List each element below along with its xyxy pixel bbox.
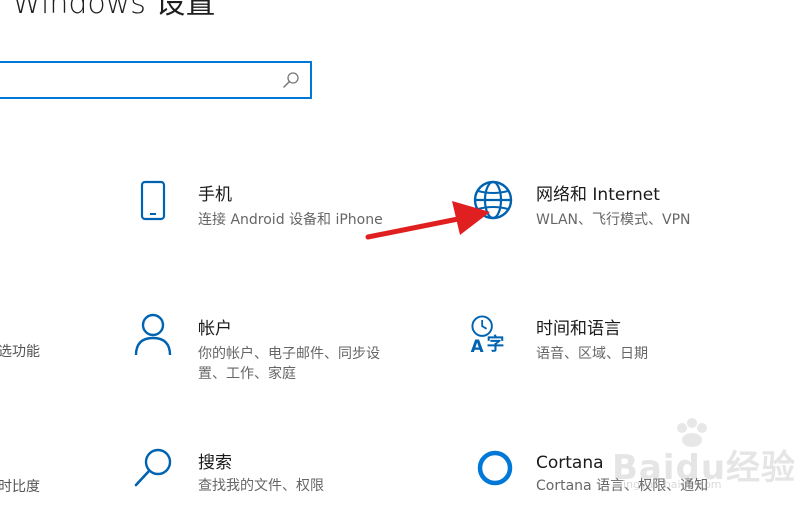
person-icon <box>134 313 172 356</box>
annotation-arrow <box>365 201 490 240</box>
settings-tile-accounts[interactable]: 帐户 你的帐户、电子邮件、同步设置、工作、家庭 <box>130 312 420 392</box>
tile-title-network: 网络和 Internet <box>536 185 660 205</box>
settings-tile-cortana[interactable]: Cortana Cortana 语言、权限、通知 <box>468 446 758 506</box>
settings-tile-network[interactable]: 网络和 Internet WLAN、飞行模式、VPN <box>468 178 758 248</box>
tile-title-time-language: 时间和语言 <box>536 319 621 339</box>
settings-window: Windows 设置 选功能 时比度 手机 连接 Android 设备和 iPh… <box>0 0 802 507</box>
search-icon[interactable] <box>282 71 300 89</box>
tile-title-search: 搜索 <box>198 453 232 473</box>
ease-of-access-fragment[interactable]: 选功能 <box>0 342 40 362</box>
paw-logo-icon <box>677 418 707 447</box>
page-title: Windows 设置 <box>12 0 216 21</box>
tile-desc-network: WLAN、飞行模式、VPN <box>536 212 691 228</box>
tile-title-cortana: Cortana <box>536 453 604 473</box>
settings-tile-time-language[interactable]: A 字 时间和语言 语音、区域、日期 <box>468 312 758 382</box>
tile-desc-time-language: 语音、区域、日期 <box>536 346 648 362</box>
cortana-icon <box>477 450 513 486</box>
tile-desc-search: 查找我的文件、权限 <box>198 478 324 494</box>
gaming-fragment[interactable]: 时比度 <box>0 477 40 497</box>
tile-desc-accounts: 你的帐户、电子邮件、同步设置、工作、家庭 <box>198 346 380 382</box>
svg-text:A: A <box>471 336 484 356</box>
svg-text:字: 字 <box>487 333 505 355</box>
tile-title-accounts: 帐户 <box>198 319 232 339</box>
time-language-icon: A 字 <box>471 315 505 356</box>
settings-tile-search[interactable]: 搜索 查找我的文件、权限 <box>130 446 420 506</box>
tile-desc-cortana: Cortana 语言、权限、通知 <box>536 478 709 494</box>
search-box[interactable] <box>0 61 312 99</box>
search-icon <box>134 448 172 487</box>
phone-icon <box>140 180 166 221</box>
search-input[interactable] <box>6 63 270 99</box>
tile-title-phone: 手机 <box>198 185 232 205</box>
